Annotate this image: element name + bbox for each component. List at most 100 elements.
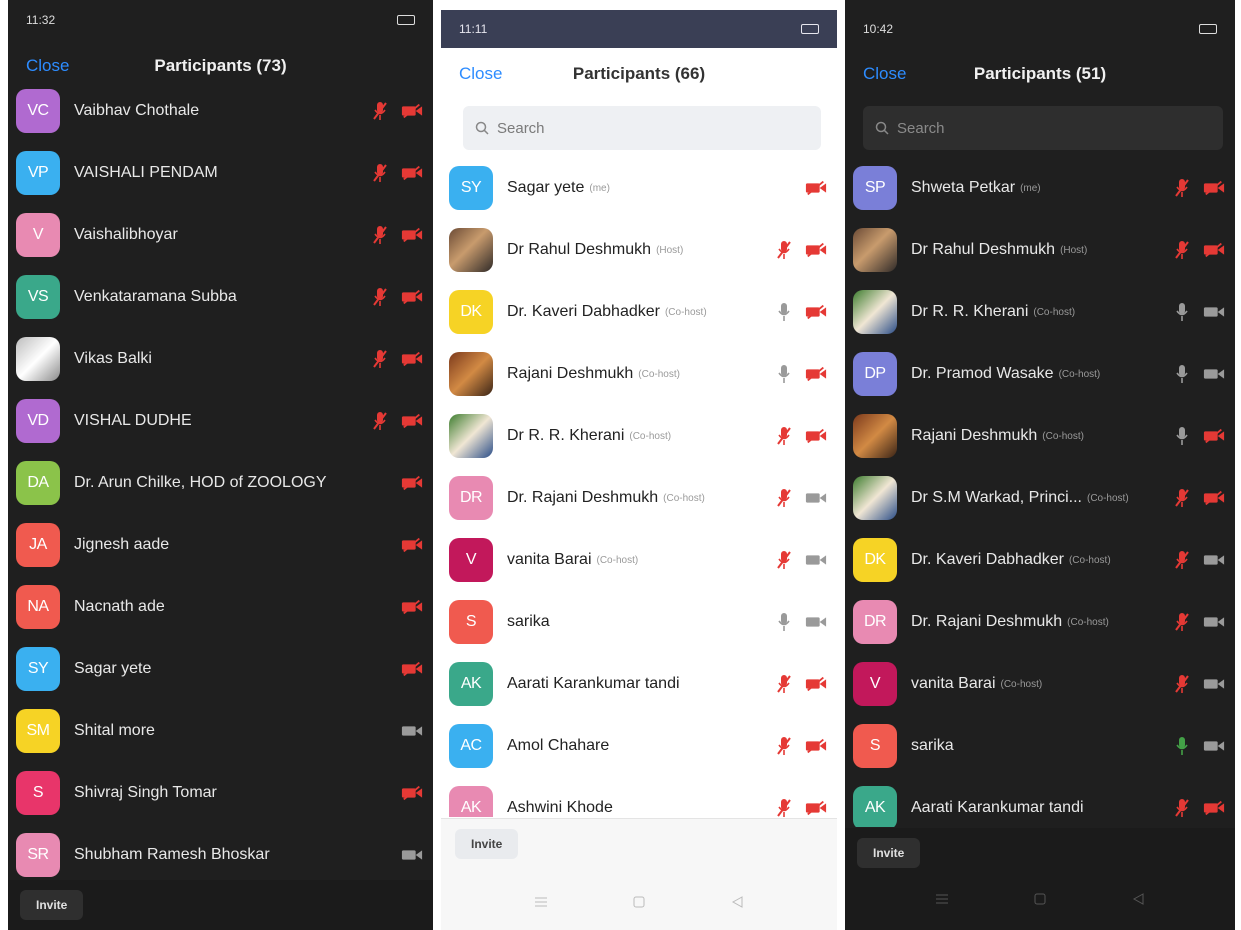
- participant-row[interactable]: Rajani Deshmukh (Co-host): [441, 343, 837, 405]
- video-off-icon: [401, 475, 423, 491]
- participant-row[interactable]: VP VAISHALI PENDAM: [8, 142, 433, 204]
- avatar: [853, 414, 897, 458]
- back-icon[interactable]: [730, 895, 744, 909]
- participant-list[interactable]: SP Shweta Petkar (me) Dr Rahul Deshmukh (Hos…: [845, 157, 1235, 827]
- participant-row[interactable]: JA Jignesh aade: [8, 514, 433, 576]
- mic-muted-icon: [773, 240, 795, 260]
- participant-name: sarika: [911, 737, 954, 754]
- status-time: 11:11: [459, 22, 488, 36]
- participant-list[interactable]: SY Sagar yete (me) Dr Rahul Deshmukh (Host) D…: [441, 157, 837, 817]
- participant-row[interactable]: SY Sagar yete (me): [441, 157, 837, 219]
- participant-row[interactable]: Dr Rahul Deshmukh (Host): [441, 219, 837, 281]
- header: Close Participants (51): [845, 52, 1235, 96]
- close-button[interactable]: Close: [459, 64, 502, 84]
- participant-row[interactable]: Rajani Deshmukh (Co-host): [845, 405, 1235, 467]
- avatar: VS: [16, 275, 60, 319]
- search-input[interactable]: Search: [463, 106, 821, 150]
- mic-muted-icon: [773, 488, 795, 508]
- battery-icon: [1199, 24, 1217, 34]
- participant-row[interactable]: Dr R. R. Kherani (Co-host): [845, 281, 1235, 343]
- avatar: AK: [449, 662, 493, 706]
- participant-row[interactable]: VC Vaibhav Chothale: [8, 80, 433, 142]
- participant-row[interactable]: Ssarika: [845, 715, 1235, 777]
- participant-row[interactable]: Dr S.M Warkad, Princi... (Co-host): [845, 467, 1235, 529]
- participant-status-icons: [369, 80, 423, 142]
- participant-row[interactable]: SY Sagar yete: [8, 638, 433, 700]
- participant-status-icons: [1171, 157, 1225, 219]
- participant-row[interactable]: DP Dr. Pramod Wasake (Co-host): [845, 343, 1235, 405]
- status-time: 11:32: [26, 13, 56, 27]
- participant-status-icons: [773, 529, 827, 591]
- participant-status-icons: [773, 405, 827, 467]
- participant-row[interactable]: DK Dr. Kaveri Dabhadker (Co-host): [441, 281, 837, 343]
- close-button[interactable]: Close: [863, 64, 906, 84]
- participant-row[interactable]: AK Ashwini Khode: [441, 777, 837, 817]
- participant-name: Vikas Balki: [74, 350, 152, 367]
- mic-muted-icon: [369, 101, 391, 121]
- participant-row[interactable]: Dr Rahul Deshmukh (Host): [845, 219, 1235, 281]
- participant-row[interactable]: VD VISHAL DUDHE: [8, 390, 433, 452]
- avatar: [449, 352, 493, 396]
- participant-role-badge: (Co-host): [1067, 616, 1109, 628]
- participant-row[interactable]: NA Nacnath ade: [8, 576, 433, 638]
- invite-button[interactable]: Invite: [455, 829, 519, 859]
- participant-row[interactable]: DR Dr. Rajani Deshmukh (Co-host): [441, 467, 837, 529]
- participant-row[interactable]: V Vaishalibhoyar: [8, 204, 433, 266]
- participant-row[interactable]: DA Dr. Arun Chilke, HOD of ZOOLOGY: [8, 452, 433, 514]
- participant-row[interactable]: AK Aarati Karankumar tandi: [441, 653, 837, 715]
- participant-status-icons: [773, 157, 827, 219]
- participant-row[interactable]: SM Shital more: [8, 700, 433, 762]
- avatar: AC: [449, 724, 493, 768]
- participant-role-badge: (Co-host): [1068, 554, 1111, 566]
- participant-status-icons: [1171, 343, 1225, 405]
- participant-role-badge: (Co-host): [664, 306, 707, 318]
- participant-row[interactable]: AK Aarati Karankumar tandi: [845, 777, 1235, 827]
- avatar: [853, 476, 897, 520]
- participant-row[interactable]: Dr R. R. Kherani (Co-host): [441, 405, 837, 467]
- participant-name: sarika: [507, 613, 550, 630]
- participant-status-icons: [369, 390, 423, 452]
- invite-button[interactable]: Invite: [857, 838, 921, 868]
- participant-row[interactable]: DR Dr. Rajani Deshmukh (Co-host): [845, 591, 1235, 653]
- mic-muted-icon: [369, 163, 391, 183]
- participant-row[interactable]: Ssarika: [441, 591, 837, 653]
- menu-icon[interactable]: [935, 892, 949, 906]
- search-input[interactable]: Search: [863, 106, 1223, 150]
- participant-name: Dr. Kaveri Dabhadker: [911, 551, 1064, 568]
- avatar: NA: [16, 585, 60, 629]
- avatar: VC: [16, 89, 60, 133]
- participant-row[interactable]: S Shivraj Singh Tomar: [8, 762, 433, 824]
- home-icon[interactable]: [1033, 892, 1047, 906]
- invite-button[interactable]: Invite: [20, 890, 84, 920]
- participant-row[interactable]: SP Shweta Petkar (me): [845, 157, 1235, 219]
- participant-row[interactable]: Vikas Balki: [8, 328, 433, 390]
- participant-role-badge: (Co-host): [596, 554, 639, 566]
- participant-row[interactable]: SR Shubham Ramesh Bhoskar: [8, 824, 433, 880]
- video-off-icon: [805, 242, 827, 258]
- mic-muted-icon: [1171, 488, 1193, 508]
- participant-row[interactable]: VS Venkataramana Subba: [8, 266, 433, 328]
- participant-status-icons: [1171, 591, 1225, 653]
- participant-status-icons: [369, 204, 423, 266]
- avatar: S: [16, 771, 60, 815]
- video-icon: [1203, 366, 1225, 382]
- video-off-icon: [401, 351, 423, 367]
- participant-name: Vaibhav Chothale: [74, 102, 200, 119]
- participant-row[interactable]: Vvanita Barai (Co-host): [845, 653, 1235, 715]
- participant-status-icons: [369, 328, 423, 390]
- participant-name: Dr Rahul Deshmukh: [507, 241, 652, 258]
- avatar: DR: [449, 476, 493, 520]
- close-button[interactable]: Close: [26, 56, 69, 76]
- participant-row[interactable]: AC Amol Chahare: [441, 715, 837, 777]
- participant-row[interactable]: DK Dr. Kaveri Dabhadker (Co-host): [845, 529, 1235, 591]
- video-icon: [401, 723, 423, 739]
- back-icon[interactable]: [1131, 892, 1145, 906]
- participant-list[interactable]: VC Vaibhav Chothale VP VAISHALI PENDAM V Vais…: [8, 80, 433, 880]
- participant-name: Ashwini Khode: [507, 799, 613, 816]
- video-off-icon: [1203, 180, 1225, 196]
- participant-role-badge: (Co-host): [1058, 368, 1101, 380]
- participant-row[interactable]: Vvanita Barai (Co-host): [441, 529, 837, 591]
- participant-status-icons: [773, 591, 827, 653]
- menu-icon[interactable]: [534, 895, 548, 909]
- home-icon[interactable]: [632, 895, 646, 909]
